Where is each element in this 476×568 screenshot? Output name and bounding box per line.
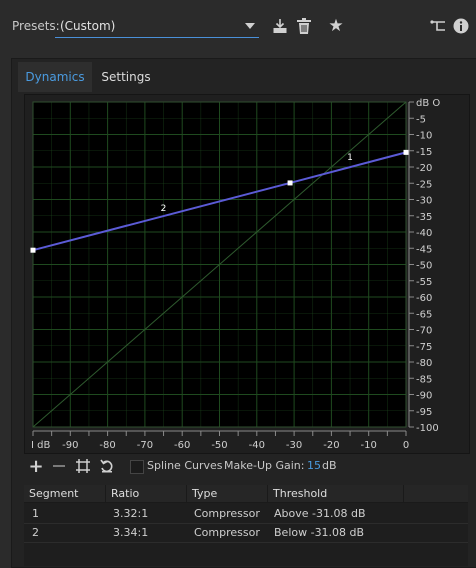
tab-settings[interactable]: Settings (93, 62, 159, 92)
tab-dynamics[interactable]: Dynamics (18, 62, 92, 92)
y-tick-label: -65 (416, 309, 432, 320)
remove-point-icon[interactable] (51, 458, 67, 474)
y-tick-label: -50 (416, 261, 432, 272)
x-tick-label: -60 (174, 440, 190, 451)
dynamics-graph-svg[interactable]: 1 2 dB O -5 -10 -15 -20 -25 -30 -35 -40 -45 -50 -55 -6… (25, 95, 469, 453)
y-tick-label: dB O (416, 98, 440, 109)
y-tick-label: -90 (416, 391, 432, 402)
makeup-gain-label: Make-Up Gain: (224, 459, 305, 472)
presets-dropdown[interactable]: (Custom) (55, 15, 259, 38)
y-tick-label: -35 (416, 212, 432, 223)
column-header-filler (404, 485, 468, 503)
dynamics-graph[interactable]: 1 2 dB O -5 -10 -15 -20 -25 -30 -35 -40 -45 -50 -55 -6… (24, 94, 470, 454)
column-header-segment[interactable]: Segment (24, 485, 106, 503)
info-icon[interactable] (451, 16, 471, 36)
y-tick-label: -5 (416, 114, 426, 125)
y-tick-label: -15 (416, 147, 432, 158)
cell-segment: 1 (32, 506, 39, 520)
y-tick-label: -85 (416, 374, 432, 385)
x-tick-label: -70 (137, 440, 153, 451)
x-tick-label: I dB (31, 440, 50, 451)
spline-curves-label: Spline Curves (147, 459, 223, 472)
x-tick-label: -20 (323, 440, 339, 451)
add-point-icon[interactable]: + (28, 456, 44, 477)
makeup-gain-unit: dB (322, 459, 337, 472)
table-row[interactable]: 2 3.34:1 Compressor Below -31.08 dB (24, 523, 468, 543)
y-tick-label: -60 (416, 293, 432, 304)
segments-table: Segment Ratio Type Threshold 1 3.32:1 Co… (24, 485, 468, 566)
y-tick-label: -20 (416, 163, 432, 174)
y-tick-label: -55 (416, 277, 432, 288)
y-tick-label: -30 (416, 196, 432, 207)
curve-point-handle[interactable] (30, 247, 36, 253)
curve-point-handle[interactable] (287, 180, 293, 186)
save-preset-icon[interactable] (270, 16, 290, 36)
x-tick-label: -40 (249, 440, 265, 451)
cell-ratio: 3.34:1 (113, 525, 149, 539)
y-tick-label: -80 (416, 358, 432, 369)
segment-label: 2 (161, 204, 167, 214)
y-tick-label: -100 (416, 423, 439, 434)
y-tick-label: -10 (416, 131, 432, 142)
y-tick-label: -40 (416, 228, 432, 239)
makeup-gain-value[interactable]: 15 (307, 459, 321, 472)
cell-threshold: Below -31.08 dB (274, 525, 365, 539)
y-tick-label: -45 (416, 244, 432, 255)
cell-type: Compressor (194, 506, 260, 520)
x-tick-label: -30 (286, 440, 302, 451)
cell-ratio: 3.32:1 (113, 506, 149, 520)
spline-curves-checkbox[interactable] (130, 460, 144, 474)
x-tick-label: 0 (403, 440, 409, 451)
x-tick-label: -50 (211, 440, 227, 451)
chevron-down-icon (245, 23, 255, 29)
x-tick-label: -80 (99, 440, 115, 451)
x-tick-label: -90 (62, 440, 78, 451)
y-tick-label: -95 (416, 407, 432, 418)
curve-point-handle[interactable] (403, 149, 409, 155)
cell-threshold: Above -31.08 dB (274, 506, 366, 520)
cell-segment: 2 (32, 525, 39, 539)
column-header-threshold[interactable]: Threshold (268, 485, 404, 503)
reset-icon[interactable] (99, 458, 115, 474)
table-row[interactable]: 1 3.32:1 Compressor Above -31.08 dB (24, 504, 468, 524)
y-tick-label: -75 (416, 342, 432, 353)
column-header-type[interactable]: Type (187, 485, 268, 503)
column-header-ratio[interactable]: Ratio (106, 485, 187, 503)
x-tick-label: -10 (361, 440, 377, 451)
presets-label: Presets: (12, 19, 60, 33)
favorite-star-icon[interactable]: ★ (326, 16, 346, 36)
delete-preset-icon[interactable] (294, 16, 314, 36)
routing-icon[interactable] (428, 16, 448, 36)
y-tick-label: -25 (416, 179, 432, 190)
presets-value: (Custom) (60, 19, 116, 33)
fit-icon[interactable] (75, 458, 91, 474)
y-tick-label: -70 (416, 326, 432, 337)
segment-label: 1 (347, 153, 353, 163)
cell-type: Compressor (194, 525, 260, 539)
